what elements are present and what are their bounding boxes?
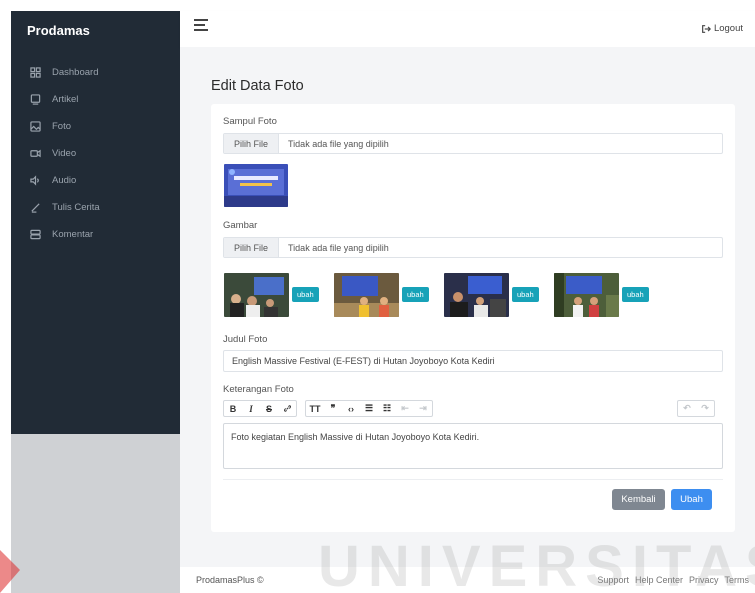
sidebar-item-audio[interactable]: Audio [29,167,100,194]
back-button[interactable]: Kembali [612,489,665,510]
form-divider [223,479,723,480]
save-button[interactable]: Ubah [671,489,712,510]
images-choose-file-button[interactable]: Pilih File [224,238,280,257]
sidebar-item-artikel[interactable]: Artikel [29,86,100,113]
outdent-icon[interactable]: ⇤ [396,401,414,416]
cover-file-status: Tidak ada file yang dipilih [288,138,389,149]
cover-image-thumbnail [224,164,288,207]
sidebar-item-label: Komentar [52,229,94,240]
format-group: B I S [223,400,297,417]
sidebar-nav: Dashboard Artikel Foto Video Audio Tulis… [29,59,100,248]
pen-icon [29,201,42,214]
sidebar-item-label: Dashboard [52,67,99,78]
logout-label: Logout [713,23,743,34]
numbered-list-icon[interactable]: ☷ [378,401,396,416]
indent-icon[interactable]: ⇥ [414,401,432,416]
change-image-1-button[interactable]: ubah [292,287,319,302]
editor-toolbar: B I S TT ❞ ‹› ☰ ☷ ⇤ ⇥ ↶ ↷ [223,400,723,417]
block-group: TT ❞ ‹› ☰ ☷ ⇤ ⇥ [305,400,433,417]
strikethrough-icon[interactable]: S [260,401,278,416]
redo-icon[interactable]: ↷ [696,401,714,416]
images-file-status: Tidak ada file yang dipilih [288,242,389,253]
dashboard-icon [29,66,42,79]
volume-icon [29,174,42,187]
change-image-2-button[interactable]: ubah [402,287,429,302]
image-icon [29,120,42,133]
footer-brand: ProdamasPlus © [196,575,264,585]
sidebar-item-label: Foto [52,121,72,132]
gallery-image-1 [224,273,289,317]
bold-icon[interactable]: B [224,401,242,416]
sidebar-item-komentar[interactable]: Komentar [29,221,100,248]
watermark-logo-icon [0,550,20,593]
images-label: Gambar [223,220,258,231]
cover-choose-file-button[interactable]: Pilih File [224,134,280,153]
sidebar-item-label: Audio [52,175,77,186]
quote-icon[interactable]: ❞ [324,401,342,416]
sidebar-item-label: Tulis Cerita [52,202,100,213]
logout-button[interactable]: Logout [701,23,743,34]
logout-icon [702,24,711,33]
title-label: Judul Foto [223,334,268,345]
video-icon [29,147,42,160]
change-image-3-button[interactable]: ubah [512,287,539,302]
topbar: Logout [180,11,755,47]
gallery-image-4 [554,273,619,317]
page-title: Edit Data Foto [211,78,304,94]
gallery-image-2 [334,273,399,317]
cover-label: Sampul Foto [223,116,277,127]
images-file-input[interactable]: Pilih File Tidak ada file yang dipilih [223,237,723,258]
tablet-icon [29,93,42,106]
undo-icon[interactable]: ↶ [678,401,696,416]
sidebar-item-video[interactable]: Video [29,140,100,167]
sidebar-lower-area [11,434,180,593]
history-group: ↶ ↷ [677,400,715,417]
sidebar-item-dashboard[interactable]: Dashboard [29,59,100,86]
title-input[interactable]: English Massive Festival (E-FEST) di Hut… [223,350,723,372]
link-icon[interactable] [278,401,296,416]
database-icon [29,228,42,241]
sidebar-item-label: Video [52,148,77,159]
menu-toggle-icon[interactable] [194,19,208,31]
sidebar-item-foto[interactable]: Foto [29,113,100,140]
watermark: UNIVERSITAS [318,534,755,593]
italic-icon[interactable]: I [242,401,260,416]
heading-icon[interactable]: TT [306,401,324,416]
sidebar-item-tulis-cerita[interactable]: Tulis Cerita [29,194,100,221]
description-label: Keterangan Foto [223,384,294,395]
brand-logo[interactable]: Prodamas [27,23,90,38]
gallery-image-3 [444,273,509,317]
cover-file-input[interactable]: Pilih File Tidak ada file yang dipilih [223,133,723,154]
bullet-list-icon[interactable]: ☰ [360,401,378,416]
code-icon[interactable]: ‹› [342,401,360,416]
change-image-4-button[interactable]: ubah [622,287,649,302]
sidebar: Prodamas Dashboard Artikel Foto Video Au… [11,11,180,434]
description-editor[interactable]: Foto kegiatan English Massive di Hutan J… [223,423,723,469]
sidebar-item-label: Artikel [52,94,79,105]
